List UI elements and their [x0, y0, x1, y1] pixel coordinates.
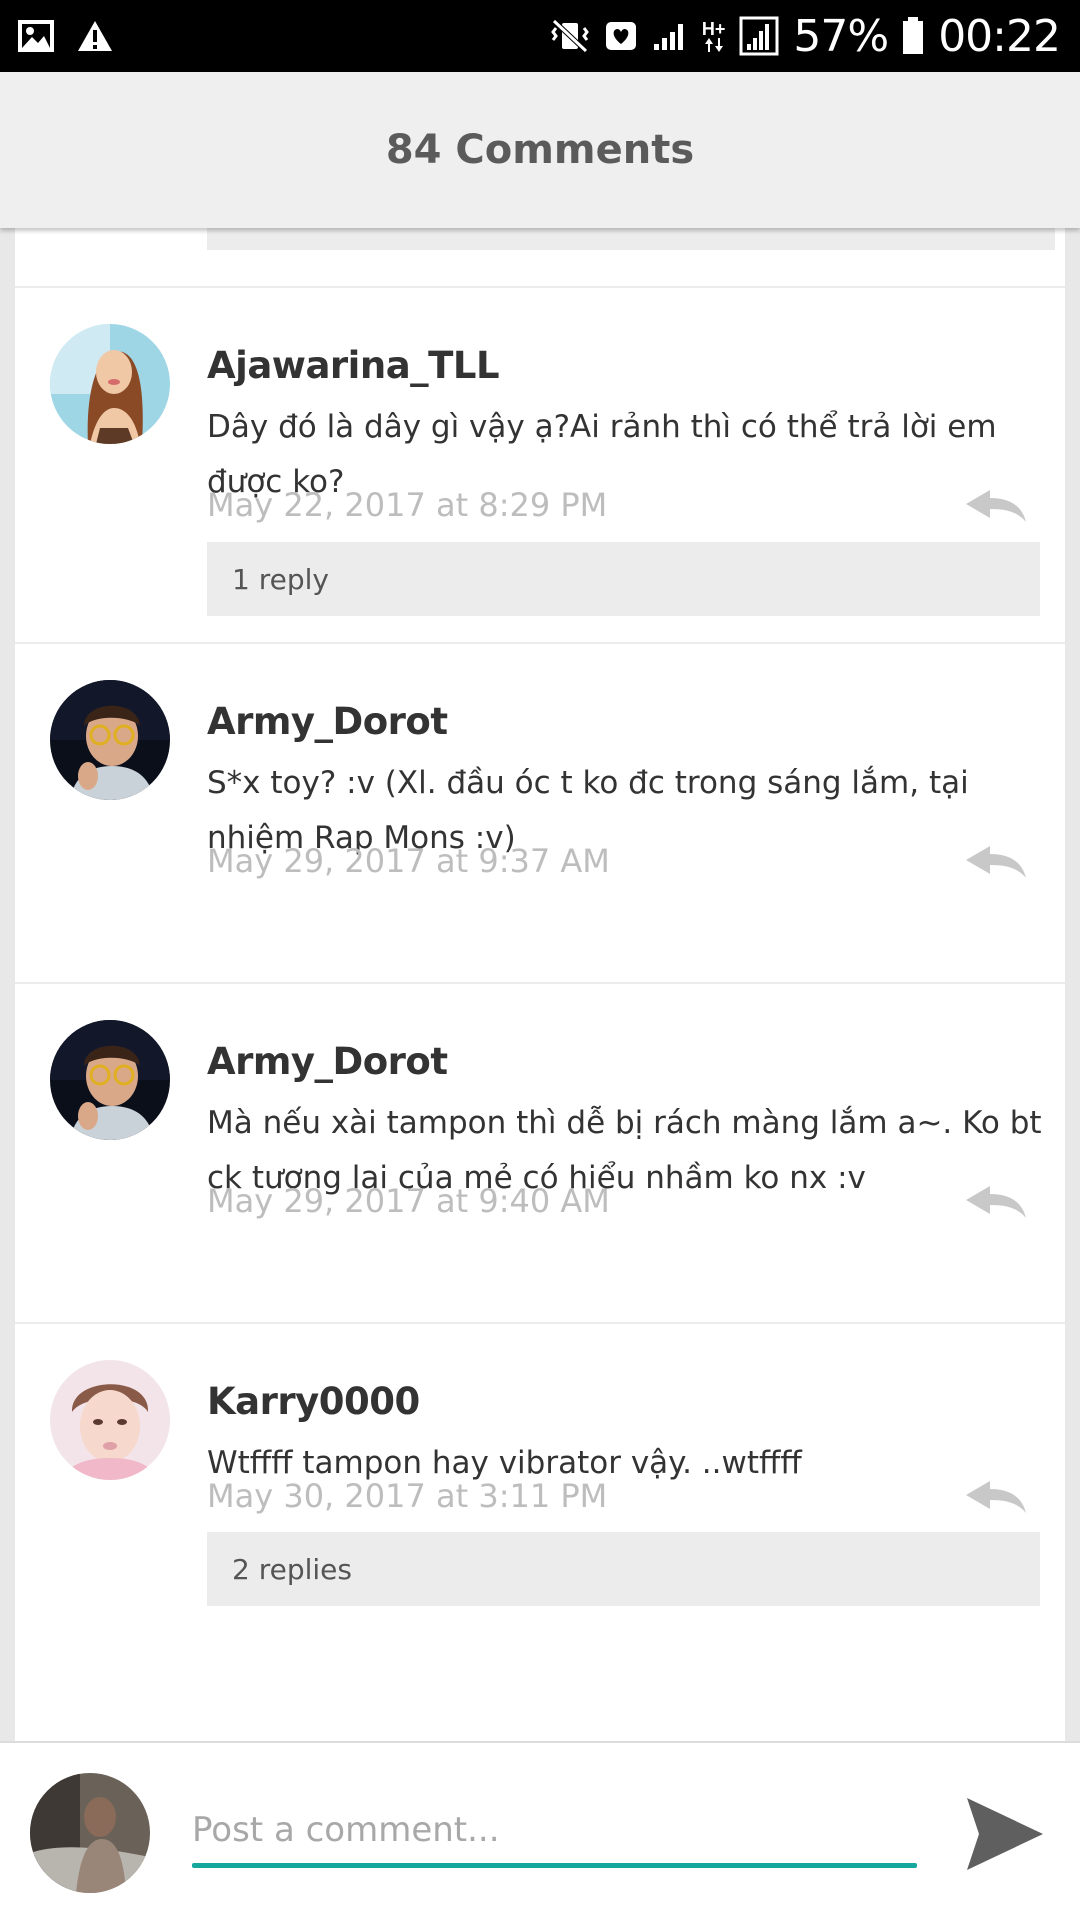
comment-date: May 30, 2017 at 3:11 PM [207, 1477, 608, 1515]
replies-button[interactable]: 1 reply [207, 542, 1040, 616]
page-title: 84 Comments [385, 127, 695, 173]
image-icon [18, 20, 54, 52]
status-bar-left [18, 19, 136, 53]
comment-item: Army_Dorot Mà nếu xài tampon thì dễ bị r… [15, 984, 1065, 1322]
data-icon: H+ [701, 19, 726, 52]
comment-composer [0, 1741, 1080, 1920]
comment-date: May 22, 2017 at 8:29 PM [207, 486, 608, 524]
network-type-label: H+ [701, 19, 726, 39]
send-icon[interactable] [960, 1789, 1050, 1879]
comment-date: May 29, 2017 at 9:40 AM [207, 1182, 610, 1220]
comment-author[interactable]: Ajawarina_TLL [207, 344, 500, 387]
reply-icon[interactable] [963, 842, 1029, 882]
previous-replies-box[interactable] [207, 228, 1055, 250]
signal-icon [652, 20, 688, 52]
comment-item: Ajawarina_TLL Dây đó là dây gì vậy ạ?Ai … [15, 288, 1065, 642]
comment-item: Karry0000 Wtffff tampon hay vibrator vậy… [15, 1324, 1065, 1741]
avatar[interactable] [50, 680, 170, 800]
clock: 00:22 [938, 10, 1061, 62]
user-avatar [30, 1773, 150, 1893]
replies-button[interactable]: 2 replies [207, 1532, 1040, 1606]
reply-icon[interactable] [963, 486, 1029, 526]
heart-notification-icon [604, 20, 638, 52]
battery-percent: 57% [793, 10, 889, 62]
status-bar-right: H+ 57% 00:22 [536, 10, 1061, 62]
comment-input[interactable] [192, 1803, 917, 1857]
comment-list[interactable]: Ajawarina_TLL Dây đó là dây gì vậy ạ?Ai … [15, 228, 1065, 1741]
comment-author[interactable]: Karry0000 [207, 1380, 420, 1423]
reply-icon[interactable] [963, 1477, 1029, 1517]
avatar[interactable] [50, 324, 170, 444]
replies-count-label: 1 reply [232, 562, 329, 596]
warning-icon [76, 19, 114, 53]
status-bar: H+ 57% 00:22 [0, 0, 1080, 72]
input-underline [192, 1863, 917, 1868]
comments-header: 84 Comments [0, 72, 1080, 228]
comment-author[interactable]: Army_Dorot [207, 1040, 448, 1083]
battery-icon [902, 17, 924, 55]
comment-item: Army_Dorot S*x toy? :v (Xl. đầu óc t ko … [15, 644, 1065, 982]
comment-date: May 29, 2017 at 9:37 AM [207, 842, 610, 880]
avatar[interactable] [50, 1020, 170, 1140]
signal-box-icon [739, 16, 779, 56]
comment-author[interactable]: Army_Dorot [207, 700, 448, 743]
mute-vibrate-icon [550, 18, 590, 54]
reply-icon[interactable] [963, 1182, 1029, 1222]
avatar[interactable] [50, 1360, 170, 1480]
replies-count-label: 2 replies [232, 1552, 352, 1586]
